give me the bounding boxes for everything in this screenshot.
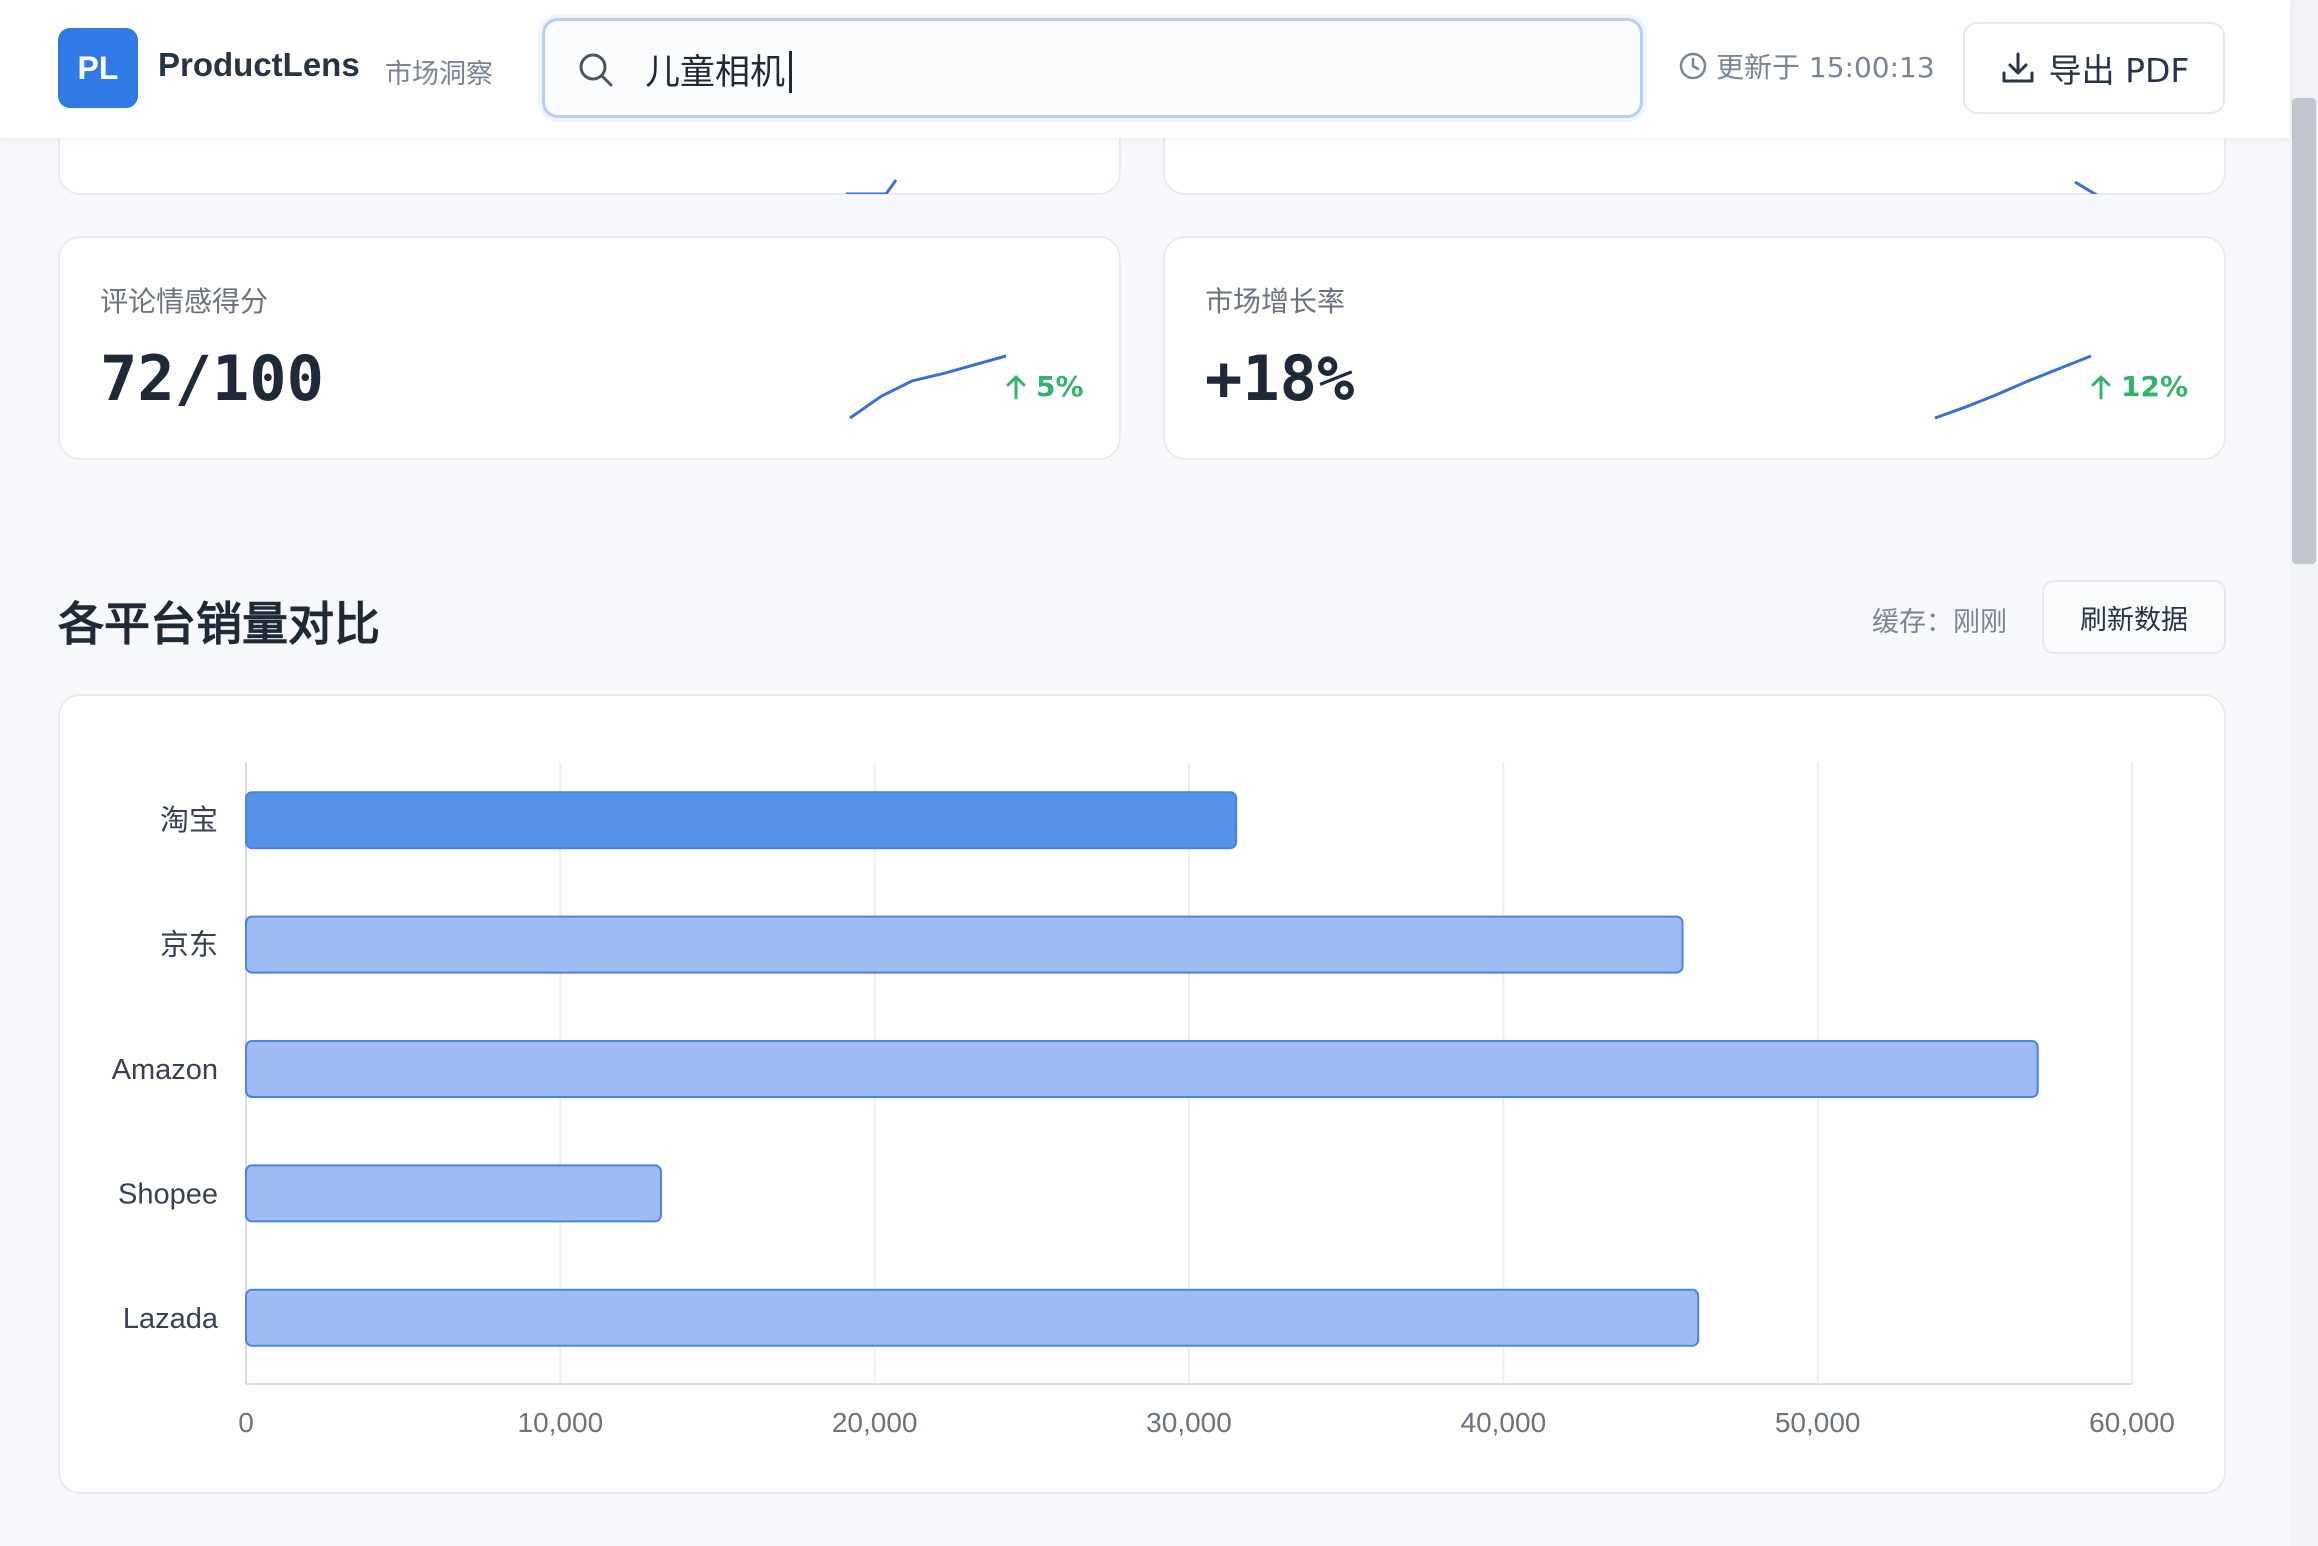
x-tick-label: 10,000 <box>518 1407 604 1438</box>
trend-value: 12% <box>2121 370 2189 403</box>
arrow-up-icon <box>2091 375 2111 399</box>
refresh-data-button[interactable]: 刷新数据 <box>2042 580 2226 654</box>
y-tick-label: 淘宝 <box>160 804 218 837</box>
brand-subtitle: 市场洞察 <box>385 59 493 90</box>
kpi-value: +18% <box>1205 342 1355 415</box>
section-title: 各平台销量对比 <box>58 597 380 651</box>
sparkline <box>1934 354 2092 420</box>
bar-3 <box>245 1164 662 1223</box>
y-tick-label: 京东 <box>160 929 218 962</box>
sparkline-path <box>849 354 1007 420</box>
download-icon <box>2002 52 2034 83</box>
arrow-up-icon <box>1006 375 1026 399</box>
bar-1 <box>245 915 1684 974</box>
y-tick-label: Shopee <box>118 1178 218 1210</box>
y-tick-label: Amazon <box>112 1054 218 1086</box>
bar-2 <box>245 1040 2039 1098</box>
x-tick-label: 30,000 <box>1146 1407 1232 1438</box>
x-tick-label: 0 <box>238 1407 254 1438</box>
export-pdf-label: 导出 PDF <box>2048 51 2190 90</box>
x-tick-label: 40,000 <box>1461 1407 1547 1438</box>
bar-4 <box>245 1288 1700 1347</box>
app-viewport: 评论情感得分 72/100 5% 市场增长率 +18% 12% 各平台销量对比 … <box>0 0 2318 1546</box>
kpi-card-sentiment: 评论情感得分 72/100 5% <box>58 236 1121 460</box>
brand-name: ProductLens <box>158 46 360 83</box>
search-box[interactable] <box>542 18 1643 118</box>
x-tick-label: 20,000 <box>832 1407 918 1438</box>
kpi-value: 72/100 <box>100 342 324 415</box>
sparkline <box>2074 180 2098 194</box>
last-updated: 更新于 15:00:13 <box>1678 46 1935 86</box>
platform-sales-bar-chart: 0 10,000 20,000 30,000 40,000 50,000 60,000 淘宝京… <box>112 762 2175 1438</box>
kpi-label: 评论情感得分 <box>100 285 269 318</box>
trend-indicator: 5% <box>1004 370 1084 403</box>
x-tick-label: 50,000 <box>1775 1407 1861 1438</box>
kpi-card-growth: 市场增长率 +18% 12% <box>1163 236 2226 460</box>
export-pdf-button[interactable]: 导出 PDF <box>1963 22 2225 114</box>
trend-value: 5% <box>1036 370 1084 403</box>
last-updated-text: 更新于 15:00:13 <box>1716 51 1935 84</box>
app-header: PL ProductLens 市场洞察 更新于 15:00:13 导出 PDF <box>0 0 2290 138</box>
sparkline-path <box>1934 354 2092 420</box>
kpi-label: 市场增长率 <box>1205 285 1346 318</box>
scrollbar-thumb[interactable] <box>2292 98 2316 564</box>
y-tick-label: Lazada <box>123 1303 219 1335</box>
x-tick-label: 60,000 <box>2089 1407 2175 1438</box>
app-logo[interactable]: PL <box>58 28 138 108</box>
bar-0 <box>245 791 1238 850</box>
sparkline <box>846 179 898 194</box>
text-caret <box>789 51 792 93</box>
trend-indicator: 12% <box>2089 370 2188 403</box>
search-input[interactable] <box>645 39 1585 99</box>
cache-status: 缓存：刚刚 <box>1872 607 2007 638</box>
sparkline <box>849 354 1007 420</box>
search-icon <box>579 53 613 87</box>
clock-icon <box>1679 52 1707 80</box>
platform-sales-chart-card: 0 10,000 20,000 30,000 40,000 50,000 60,000 淘宝京… <box>58 694 2226 1494</box>
